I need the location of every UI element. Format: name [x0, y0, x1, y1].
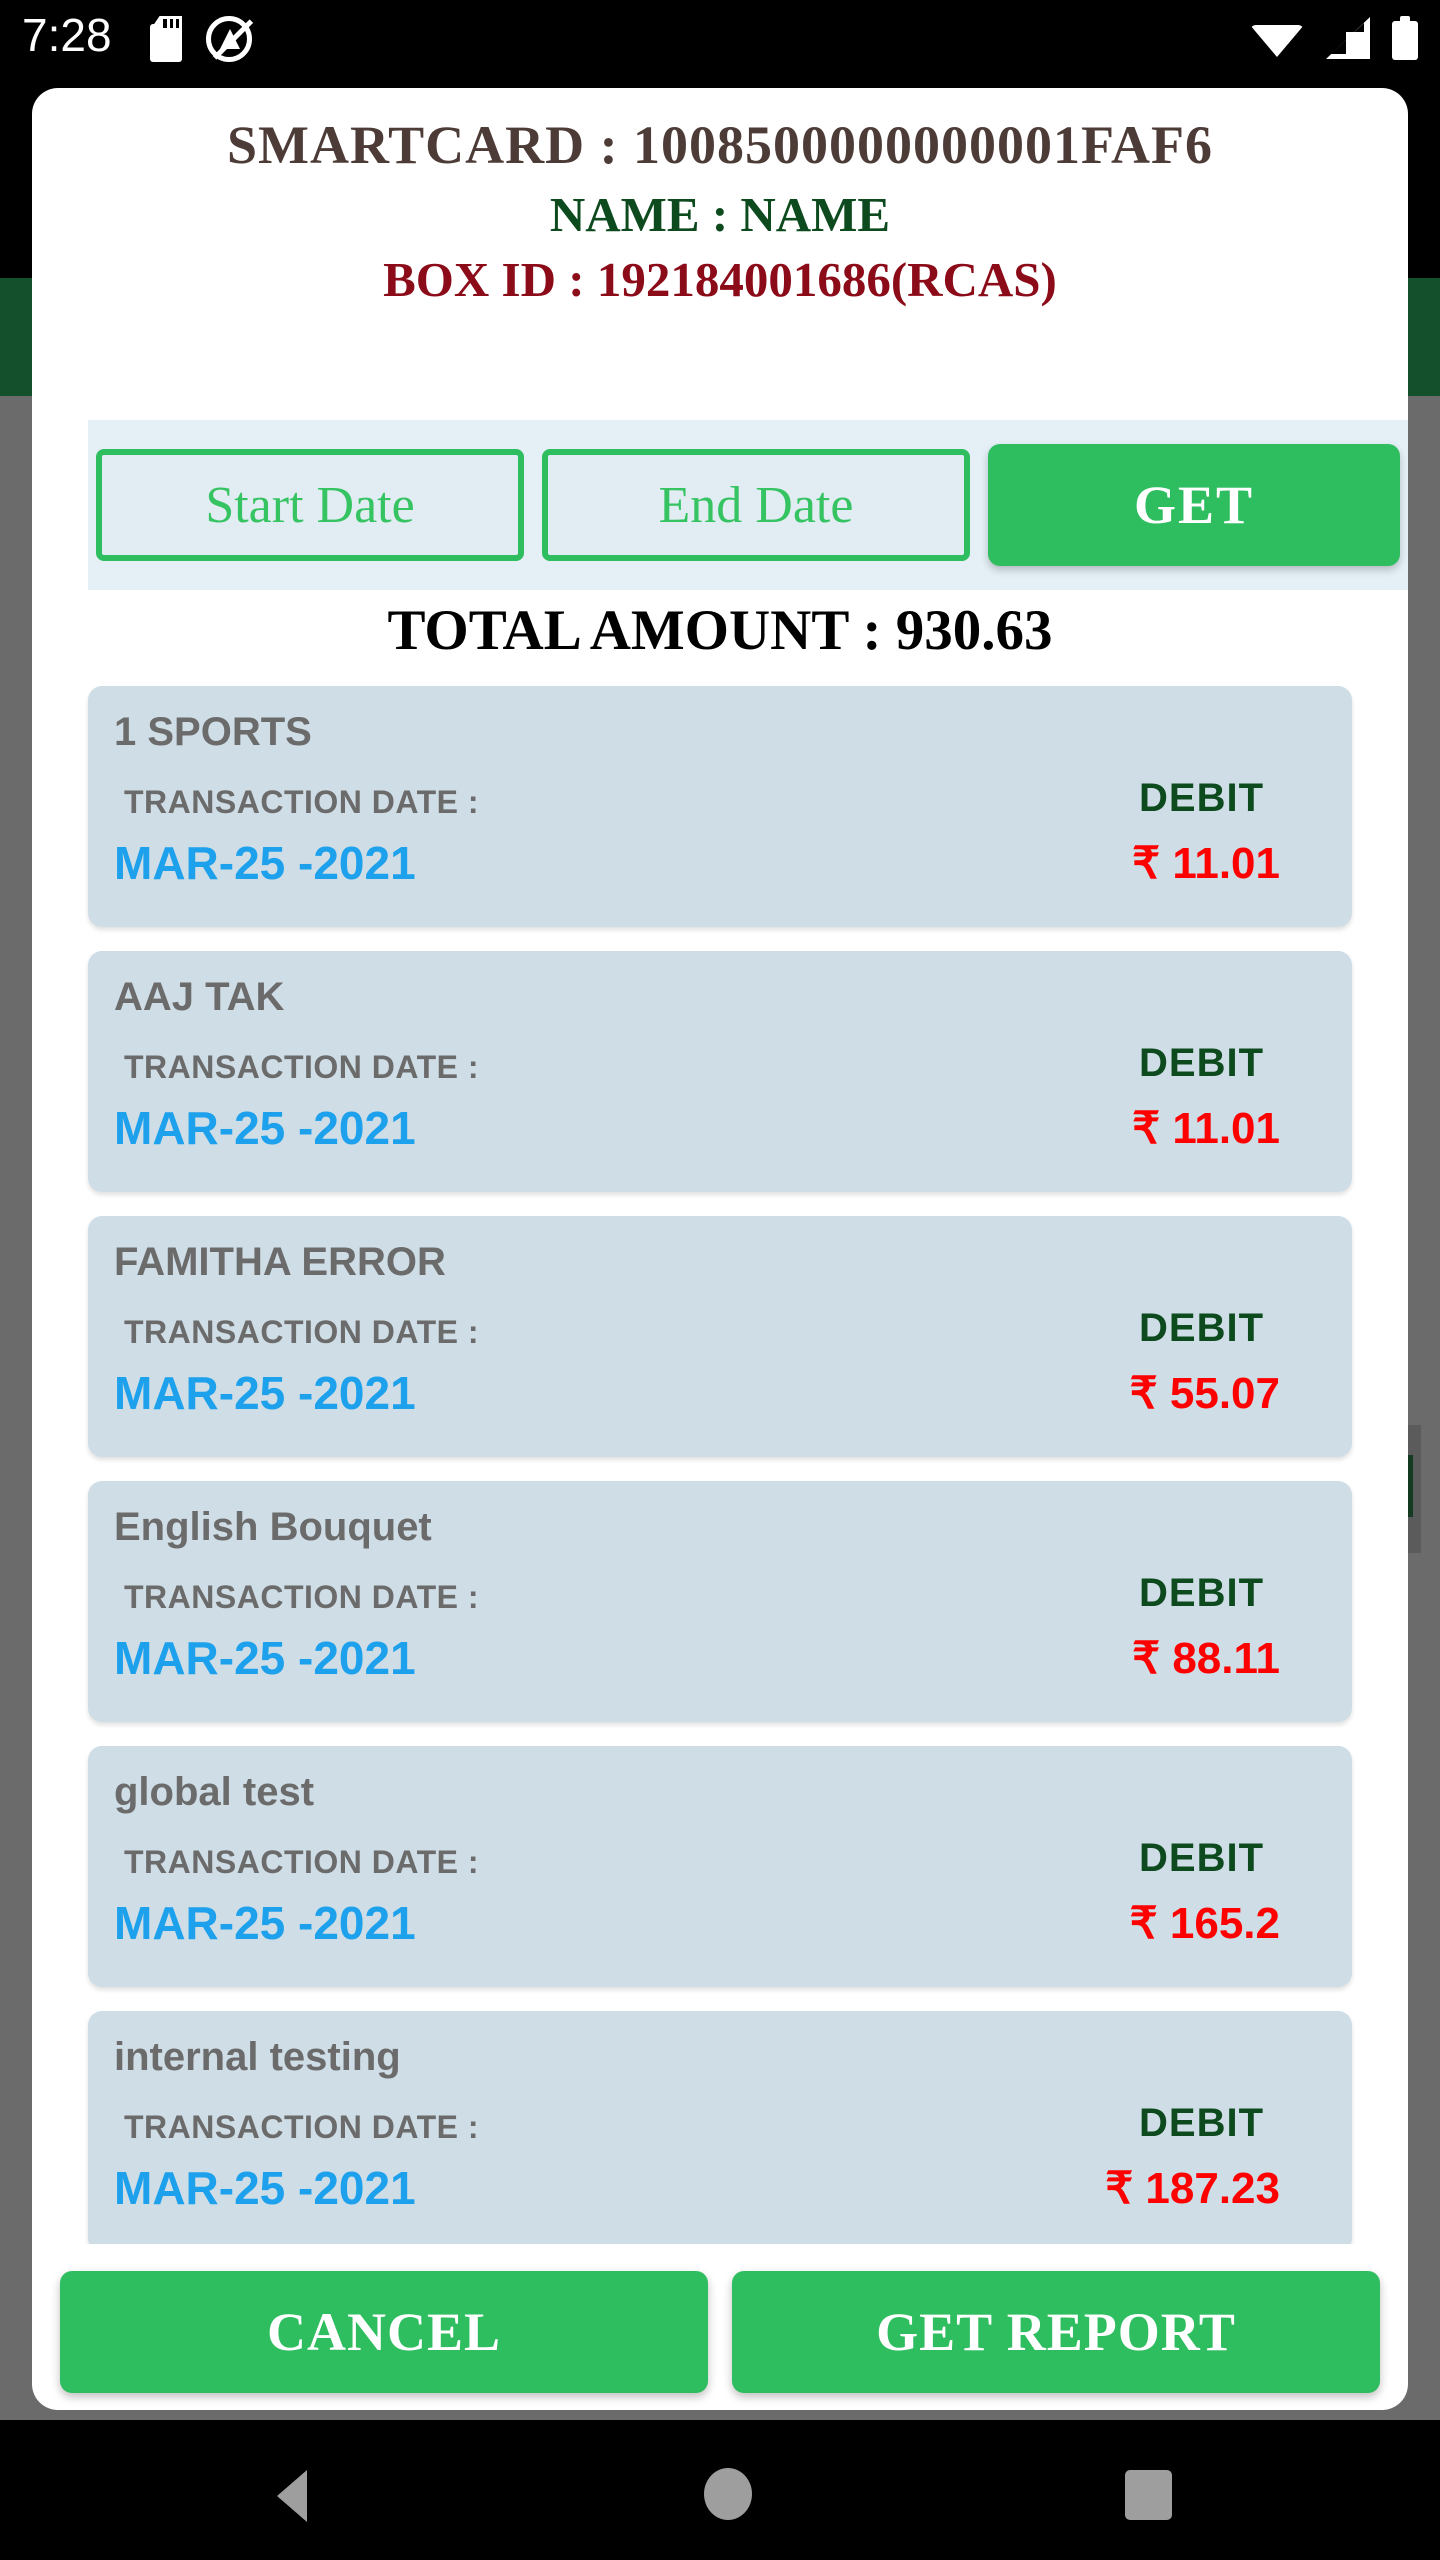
- transaction-type-badge: DEBIT: [1139, 776, 1264, 820]
- transaction-card[interactable]: FAMITHA ERROR TRANSACTION DATE : MAR-25 -2…: [88, 1216, 1352, 1457]
- transaction-amount: ₹ 55.07: [1129, 1369, 1280, 1418]
- transaction-amount: ₹ 165.2: [1129, 1899, 1280, 1948]
- box-id-label: BOX ID : 192184001686(RCAS): [383, 252, 1057, 307]
- status-bar: 7:28: [0, 0, 1440, 88]
- transaction-date-label: TRANSACTION DATE :: [124, 2109, 480, 2145]
- transaction-amount: ₹ 11.01: [1132, 1104, 1280, 1153]
- android-nav-bar: [0, 2420, 1440, 2560]
- cancel-button[interactable]: CANCEL: [60, 2271, 708, 2393]
- transaction-type-badge: DEBIT: [1139, 1571, 1264, 1615]
- back-icon[interactable]: [277, 2470, 307, 2522]
- transaction-date-value: MAR-25 -2021: [114, 2162, 416, 2214]
- transaction-date-value: MAR-25 -2021: [114, 1632, 416, 1684]
- transaction-list[interactable]: 1 SPORTS TRANSACTION DATE : MAR-25 -2021 DE…: [32, 686, 1408, 2244]
- transaction-date-label: TRANSACTION DATE :: [124, 1579, 480, 1615]
- transaction-title: global test: [114, 1770, 315, 1814]
- status-right-icons: [1250, 16, 1418, 60]
- transaction-amount: ₹ 187.23: [1105, 2164, 1280, 2213]
- no-sim-icon: [206, 16, 254, 62]
- transaction-date-label: TRANSACTION DATE :: [124, 784, 480, 820]
- end-date-input[interactable]: End Date: [542, 449, 970, 561]
- signal-icon: [1326, 17, 1370, 59]
- transaction-type-badge: DEBIT: [1139, 1041, 1264, 1085]
- home-icon[interactable]: [704, 2468, 752, 2520]
- transaction-title: internal testing: [114, 2035, 401, 2079]
- transaction-title: FAMITHA ERROR: [114, 1240, 446, 1284]
- transaction-card[interactable]: internal testing TRANSACTION DATE : MAR-25…: [88, 2011, 1352, 2244]
- get-button[interactable]: GET: [988, 444, 1400, 566]
- transaction-type-badge: DEBIT: [1139, 2101, 1264, 2145]
- customer-name-label: NAME : NAME: [549, 187, 891, 242]
- transaction-title: English Bouquet: [114, 1505, 432, 1549]
- sdcard-icon: [150, 16, 182, 62]
- transaction-title: AAJ TAK: [114, 975, 285, 1019]
- date-filter-bar: Start Date End Date GET: [88, 420, 1408, 590]
- transaction-amount: ₹ 88.11: [1132, 1634, 1280, 1683]
- transaction-date-value: MAR-25 -2021: [114, 1367, 416, 1419]
- status-clock: 7:28: [22, 9, 112, 61]
- status-left-icons: [150, 16, 254, 62]
- wifi-icon: [1250, 25, 1304, 57]
- start-date-input[interactable]: Start Date: [96, 449, 524, 561]
- get-report-button[interactable]: GET REPORT: [732, 2271, 1380, 2393]
- transaction-title: 1 SPORTS: [114, 710, 312, 754]
- transaction-history-dialog: SMARTCARD : 1008500000000001FAF6 NAME : …: [32, 88, 1408, 2410]
- transaction-date-label: TRANSACTION DATE :: [124, 1314, 480, 1350]
- transaction-type-badge: DEBIT: [1139, 1306, 1264, 1350]
- transaction-card[interactable]: English Bouquet TRANSACTION DATE : MAR-25 …: [88, 1481, 1352, 1722]
- dialog-footer: CANCEL GET REPORT: [32, 2271, 1408, 2410]
- transaction-date-value: MAR-25 -2021: [114, 837, 416, 889]
- battery-icon: [1392, 16, 1418, 60]
- transaction-card[interactable]: 1 SPORTS TRANSACTION DATE : MAR-25 -2021 DE…: [88, 686, 1352, 927]
- transaction-date-value: MAR-25 -2021: [114, 1102, 416, 1154]
- transaction-date-label: TRANSACTION DATE :: [124, 1049, 480, 1085]
- phone-screen: 7:28 SMARTCARD: 1008500000000001FAF6 NA…: [0, 0, 1440, 2560]
- transaction-amount: ₹ 11.01: [1132, 839, 1280, 888]
- recents-icon[interactable]: [1125, 2470, 1172, 2520]
- smartcard-label: SMARTCARD : 1008500000000001FAF6: [226, 115, 1214, 175]
- transaction-date-label: TRANSACTION DATE :: [124, 1844, 480, 1880]
- total-amount-label: TOTAL AMOUNT : 930.63: [387, 599, 1053, 662]
- transaction-card[interactable]: AAJ TAK TRANSACTION DATE : MAR-25 -2021 DEB…: [88, 951, 1352, 1192]
- transaction-date-value: MAR-25 -2021: [114, 1897, 416, 1949]
- transaction-type-badge: DEBIT: [1139, 1836, 1264, 1880]
- transaction-card[interactable]: global test TRANSACTION DATE : MAR-25 -202…: [88, 1746, 1352, 1987]
